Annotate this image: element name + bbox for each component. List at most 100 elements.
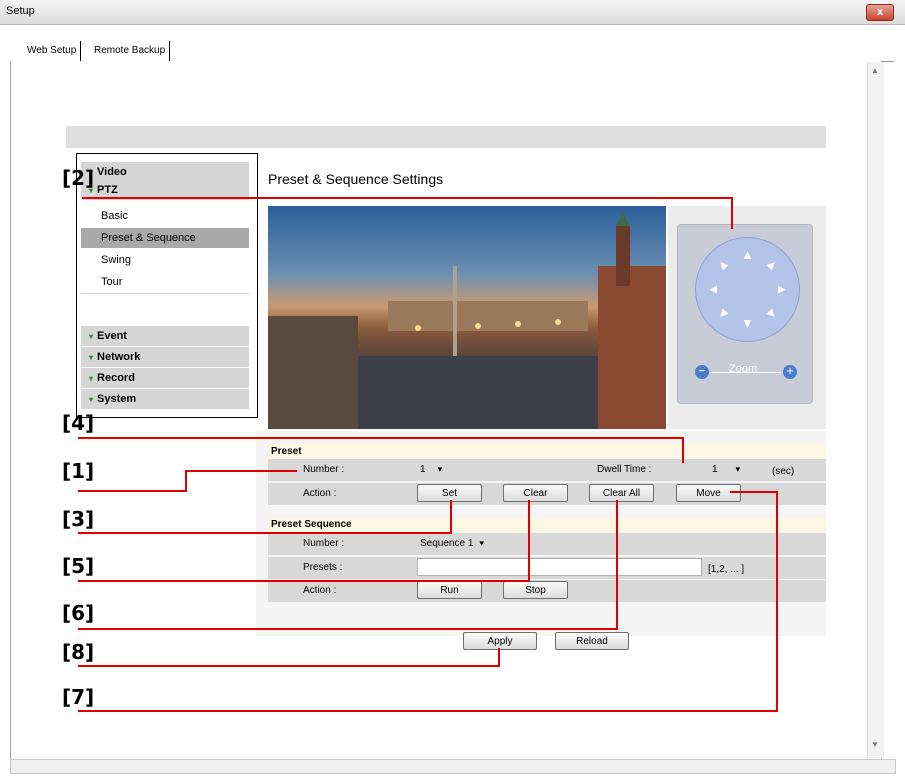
preset-section-band	[268, 444, 826, 458]
presets-input[interactable]	[417, 558, 702, 576]
annotation-marker-6: [6]	[62, 601, 95, 625]
callout-line-3	[78, 532, 452, 534]
callout-line-1-tip	[185, 470, 297, 472]
preset-action-label: Action :	[303, 488, 337, 499]
status-bar	[10, 759, 896, 774]
arrow-up-icon[interactable]: ▲	[741, 248, 754, 261]
annotation-marker-7: [7]	[62, 685, 95, 709]
window-title: Setup	[6, 5, 35, 17]
dropdown-caret-icon: ▾	[437, 464, 443, 474]
preset-section-title: Preset	[271, 446, 302, 457]
camera-scene-image	[268, 212, 666, 429]
apply-button[interactable]: Apply	[463, 632, 537, 650]
arrow-up-right-icon[interactable]: ▲	[763, 255, 783, 275]
callout-line-6-leg	[616, 500, 618, 630]
sequence-action-label: Action :	[303, 585, 337, 596]
callout-line-8-leg	[498, 648, 500, 667]
scroll-up-icon[interactable]: ▲	[867, 66, 883, 75]
arrow-left-icon[interactable]: ▲	[705, 283, 720, 296]
page-title: Preset & Sequence Settings	[268, 171, 444, 187]
sequence-number-row	[268, 533, 826, 555]
clear-button[interactable]: Clear	[503, 484, 568, 502]
menu-item-label: Network	[97, 351, 141, 363]
menu-item-label: Event	[97, 330, 127, 342]
arrow-up-left-icon[interactable]: ▲	[713, 255, 733, 275]
callout-line-5	[78, 580, 530, 582]
menu-item-basic[interactable]: Basic	[81, 206, 249, 226]
callout-line-2-leg	[731, 197, 733, 229]
preset-number-select[interactable]: 1 ▾	[420, 464, 442, 475]
preset-number-value: 1	[420, 464, 426, 475]
expand-icon: ▾	[89, 374, 94, 383]
menu-item-event[interactable]: ▾ Event	[81, 326, 249, 346]
dwell-time-select[interactable]: 1 ▾	[712, 464, 740, 475]
window-titlebar	[0, 0, 905, 25]
run-button[interactable]: Run	[417, 581, 482, 599]
dwell-time-label: Dwell Time :	[597, 464, 652, 475]
expand-icon: ▾	[89, 395, 94, 404]
arrow-down-right-icon[interactable]: ▲	[763, 305, 783, 325]
callout-line-3-leg	[450, 500, 452, 534]
annotation-marker-4: [4]	[62, 411, 95, 435]
callout-line-6	[78, 628, 618, 630]
menu-item-preset-sequence[interactable]: Preset & Sequence	[81, 228, 249, 248]
sequence-number-select[interactable]: Sequence 1 ▾	[420, 538, 484, 549]
menu-divider	[81, 293, 249, 294]
reload-button[interactable]: Reload	[555, 632, 629, 650]
sequence-number-label: Number :	[303, 538, 345, 549]
expand-icon: ▾	[89, 332, 94, 341]
camera-view[interactable]	[268, 206, 666, 429]
sequence-section-title: Preset Sequence	[271, 519, 352, 530]
expand-icon: ▾	[89, 353, 94, 362]
move-button[interactable]: Move	[676, 484, 741, 502]
zoom-out-icon[interactable]: −	[695, 364, 709, 379]
annotation-marker-3: [3]	[62, 507, 95, 531]
callout-line-7-leg	[776, 491, 778, 712]
menu-item-record[interactable]: ▾ Record	[81, 368, 249, 388]
menu-item-label: Record	[97, 372, 135, 384]
annotation-marker-8: [8]	[62, 640, 95, 664]
menu-item-network[interactable]: ▾ Network	[81, 347, 249, 367]
callout-line-7-tip	[730, 491, 778, 493]
callout-line-8	[78, 665, 500, 667]
annotation-marker-2: [2]	[62, 166, 95, 190]
ptz-direction-pad[interactable]: ▲ ▲ ▲ ▲ ▲ ▲ ▲ ▲	[695, 237, 800, 342]
callout-line-4-leg	[682, 437, 684, 463]
annotation-marker-5: [5]	[62, 554, 95, 578]
preset-number-row	[268, 459, 826, 481]
sequence-presets-label: Presets :	[303, 562, 343, 573]
dropdown-caret-icon: ▾	[735, 464, 741, 474]
callout-line-2	[82, 197, 732, 199]
zoom-in-icon[interactable]: +	[783, 364, 797, 379]
callout-line-5-leg	[528, 500, 530, 582]
stop-button[interactable]: Stop	[503, 581, 568, 599]
menu-item-label: PTZ	[97, 184, 118, 196]
close-button[interactable]: x	[866, 4, 894, 21]
presets-format-hint: [1,2, ... ]	[708, 564, 745, 575]
annotation-marker-1: [1]	[62, 459, 95, 483]
preset-number-label: Number :	[303, 464, 345, 475]
vertical-scrollbar[interactable]	[867, 62, 884, 758]
tab-web-setup[interactable]: Web Setup	[23, 41, 82, 61]
tab-remote-backup[interactable]: Remote Backup	[90, 41, 171, 61]
callout-line-1	[78, 490, 186, 492]
menu-item-label: Video	[97, 166, 127, 178]
zoom-label: Zoom	[729, 363, 758, 375]
menu-item-swing[interactable]: Swing	[81, 250, 249, 270]
sequence-number-value: Sequence 1	[420, 538, 474, 549]
scroll-down-icon[interactable]: ▼	[867, 740, 883, 749]
arrow-right-icon[interactable]: ▲	[775, 283, 790, 296]
arrow-down-icon[interactable]: ▲	[741, 317, 754, 332]
callout-line-1-leg	[185, 470, 187, 492]
dwell-time-value: 1	[712, 464, 718, 475]
arrow-down-left-icon[interactable]: ▲	[713, 305, 733, 325]
dwell-time-unit: (sec)	[772, 466, 795, 477]
dropdown-caret-icon: ▾	[479, 538, 484, 548]
callout-line-7	[78, 710, 778, 712]
header-band	[66, 126, 826, 148]
clear-all-button[interactable]: Clear All	[589, 484, 654, 502]
menu-item-system[interactable]: ▾ System	[81, 389, 249, 409]
menu-item-video[interactable]: ▾ Video	[81, 162, 249, 182]
callout-line-4	[78, 437, 684, 439]
menu-item-tour[interactable]: Tour	[81, 272, 249, 292]
